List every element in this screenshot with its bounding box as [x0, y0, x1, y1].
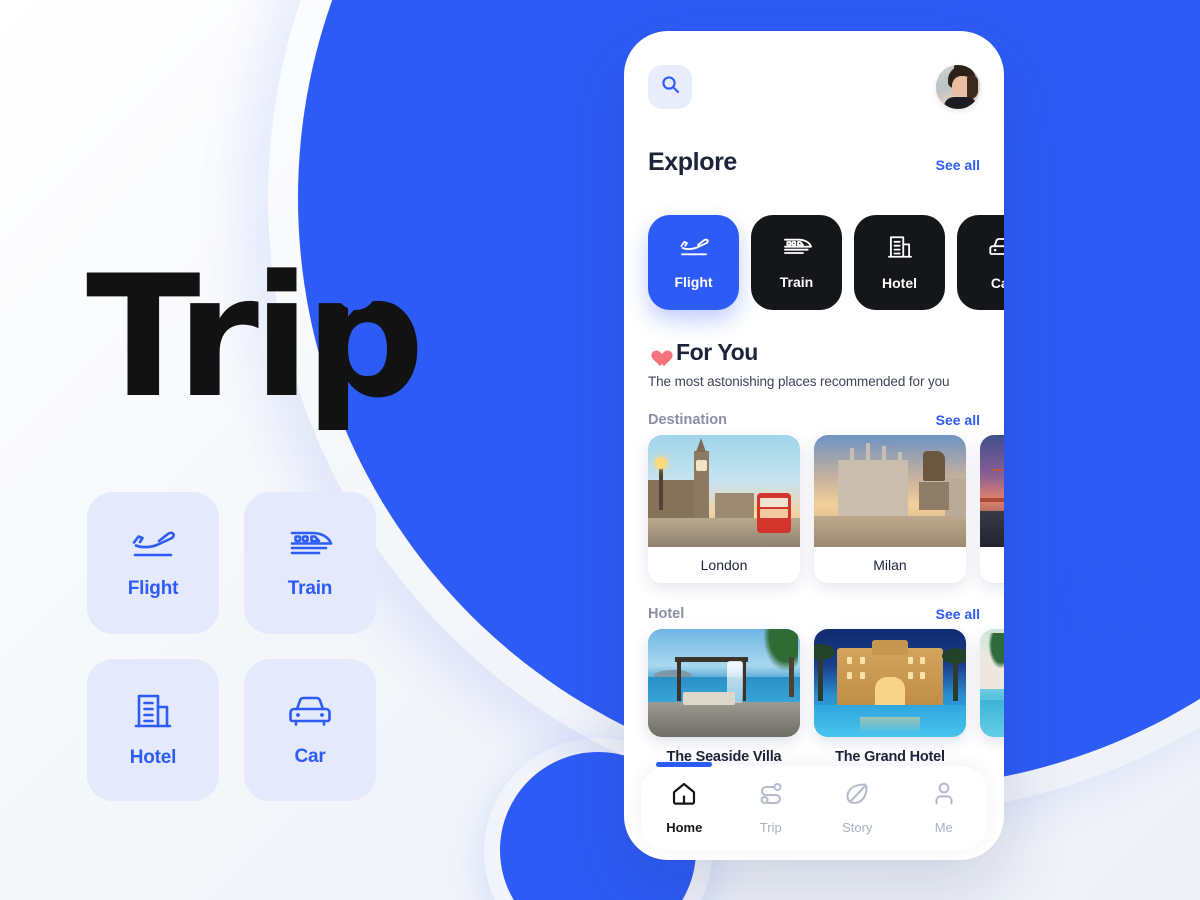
for-you-subtitle: The most astonishing places recommended … — [648, 374, 950, 389]
destination-see-all-link[interactable]: See all — [936, 412, 980, 428]
hotel-building-icon — [132, 691, 174, 731]
airplane-takeoff-icon — [129, 526, 177, 562]
for-you-title: For You — [676, 339, 758, 365]
nav-item-home[interactable]: Home — [641, 762, 728, 850]
hotel-see-all-link[interactable]: See all — [936, 606, 980, 622]
leaf-icon — [844, 781, 870, 811]
hotel-image — [980, 629, 1004, 737]
search-button[interactable] — [648, 65, 692, 109]
for-you-section: For You The most astonishing places reco… — [648, 339, 988, 389]
page-title: Explore — [648, 148, 737, 176]
hotel-title: Hotel — [648, 606, 685, 622]
destination-name — [980, 547, 1004, 583]
nav-item-trip[interactable]: Trip — [728, 766, 815, 850]
category-label: Car — [294, 746, 326, 767]
search-icon — [661, 75, 680, 99]
hotel-name: T — [980, 749, 1004, 765]
active-tab-indicator — [656, 762, 713, 767]
avatar[interactable] — [936, 65, 980, 109]
blue-dot-icon — [336, 270, 376, 310]
hotel-image — [814, 629, 966, 737]
hotel-section-header: Hotel See all — [648, 604, 980, 624]
chip-label: Flight — [674, 274, 713, 290]
category-card-grid: Flight Train Hotel Car — [87, 492, 383, 801]
car-icon — [287, 692, 333, 730]
category-card-car[interactable]: Car — [244, 659, 376, 801]
heart-icon — [648, 344, 667, 361]
chip-label: Hotel — [882, 275, 917, 291]
category-label: Hotel — [129, 747, 177, 768]
person-icon — [931, 781, 957, 811]
destination-name: London — [700, 557, 748, 573]
brand-logo: Trip — [86, 239, 466, 435]
explore-section-header: Explore See all — [648, 148, 980, 182]
phone-mockup: Explore See all Flight Train Hotel C For… — [624, 31, 1004, 860]
nav-label: Story — [842, 820, 873, 835]
app-top-bar — [648, 63, 980, 111]
category-label: Train — [287, 578, 333, 599]
nav-label: Me — [934, 820, 953, 835]
nav-label: Home — [666, 820, 703, 835]
destination-image — [980, 435, 1004, 547]
airplane-takeoff-icon — [678, 235, 710, 264]
car-icon — [988, 235, 1004, 265]
destination-card-london[interactable]: London — [648, 435, 800, 583]
explore-see-all-link[interactable]: See all — [936, 157, 980, 173]
brand-wordmark: Trip — [86, 239, 425, 435]
route-icon — [758, 781, 784, 811]
destination-image — [648, 435, 800, 547]
hotel-building-icon — [886, 234, 914, 265]
chip-car[interactable]: Car — [957, 215, 1004, 310]
chip-hotel[interactable]: Hotel — [854, 215, 945, 310]
bottom-navigation-bar: Home Trip Story Me — [641, 762, 988, 850]
home-icon — [671, 781, 697, 811]
blue-dot-decoration — [1082, 563, 1144, 625]
chip-train[interactable]: Train — [751, 215, 842, 310]
chip-label: Train — [779, 274, 814, 290]
destination-section-header: Destination See all — [648, 410, 980, 430]
destination-name: Milan — [873, 557, 907, 573]
destination-title: Destination — [648, 412, 727, 428]
chip-label: Car — [990, 274, 1004, 291]
destination-card-bridge[interactable] — [980, 435, 1004, 583]
category-card-hotel[interactable]: Hotel — [87, 659, 219, 801]
category-card-train[interactable]: Train — [244, 492, 376, 634]
hotel-name: The Grand Hotel — [835, 749, 945, 765]
category-chip-row[interactable]: Flight Train Hotel C — [648, 215, 1004, 310]
nav-item-me[interactable]: Me — [901, 766, 988, 850]
destination-image — [814, 435, 966, 547]
destination-card-row[interactable]: London Milan — [648, 435, 1004, 583]
destination-card-milan[interactable]: Milan — [814, 435, 966, 583]
train-icon — [286, 526, 334, 562]
category-card-flight[interactable]: Flight — [87, 492, 219, 634]
chip-flight[interactable]: Flight — [648, 215, 739, 310]
category-label: Flight — [127, 578, 179, 599]
train-icon — [781, 235, 813, 264]
nav-label: Trip — [759, 820, 782, 835]
nav-item-story[interactable]: Story — [814, 766, 901, 850]
hotel-image — [648, 629, 800, 737]
